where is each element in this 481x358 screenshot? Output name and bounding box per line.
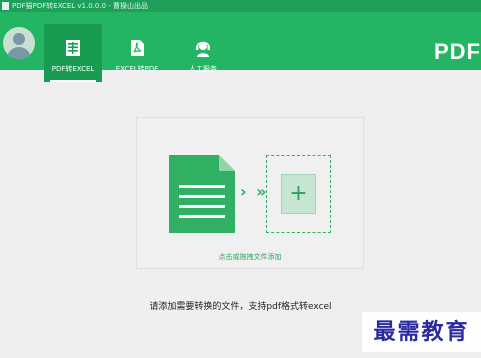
- tab-customer-service[interactable]: 人工服务: [174, 24, 232, 82]
- avatar-body-shape: [7, 47, 31, 59]
- plus-icon: +: [289, 181, 308, 206]
- tab-label: PDF转EXCEL: [51, 65, 95, 73]
- watermark: 最需教育: [362, 312, 481, 352]
- tab-label: 人工服务: [189, 65, 217, 73]
- brand-logo: PDF: [434, 39, 481, 64]
- header-bar: PDF转EXCEL EXCEL转PDF 人工服务 PDF: [0, 12, 481, 82]
- support-agent-icon: [196, 41, 210, 57]
- pdf-icon: [131, 40, 144, 56]
- add-file-tile: +: [281, 174, 316, 214]
- avatar-head-shape: [13, 33, 25, 45]
- tab-pdf-to-excel[interactable]: PDF转EXCEL: [44, 24, 102, 82]
- app-icon: [2, 2, 9, 10]
- tab-excel-to-pdf[interactable]: EXCEL转PDF: [108, 24, 166, 82]
- add-file-button[interactable]: +: [266, 155, 331, 233]
- tab-label: EXCEL转PDF: [115, 65, 159, 73]
- window-title: PDF猫PDF转EXCEL v1.0.0.0 - 曹操山出品: [12, 2, 149, 10]
- support-format-text: 请添加需要转换的文件，支持pdf格式转excel: [149, 302, 332, 312]
- arrow-indicator: › »: [240, 182, 269, 201]
- spreadsheet-icon: [66, 40, 80, 56]
- drop-hint-link[interactable]: 点击或拖拽文件添加: [136, 252, 364, 262]
- document-icon: [169, 155, 235, 233]
- title-bar: PDF猫PDF转EXCEL v1.0.0.0 - 曹操山出品: [0, 0, 481, 12]
- avatar[interactable]: [3, 27, 35, 59]
